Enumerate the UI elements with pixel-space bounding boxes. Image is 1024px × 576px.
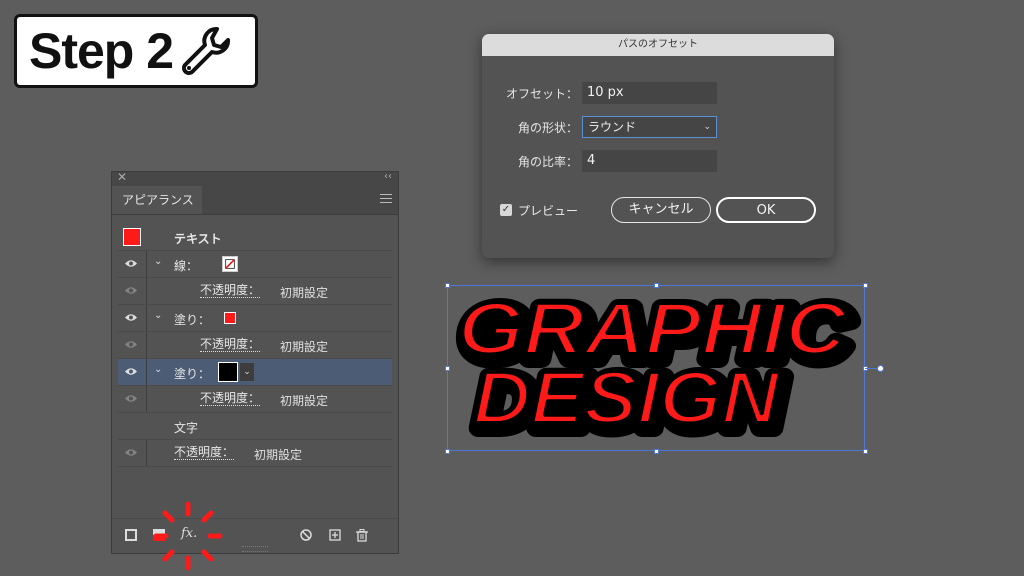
opacity-value: 初期設定 bbox=[280, 340, 329, 354]
row-opacity[interactable]: 不透明度： 初期設定 bbox=[118, 278, 392, 305]
joins-label: 角の形状： bbox=[517, 121, 578, 135]
preview-checkbox[interactable]: ✓ bbox=[500, 204, 512, 216]
row-opacity[interactable]: 不透明度： 初期設定 bbox=[118, 332, 392, 359]
resize-grip[interactable] bbox=[242, 546, 268, 552]
opacity-value: 初期設定 bbox=[280, 286, 329, 300]
opacity-label[interactable]: 不透明度： bbox=[200, 284, 261, 298]
tab-appearance[interactable]: アピアランス bbox=[112, 186, 202, 214]
resize-handle[interactable] bbox=[863, 449, 868, 454]
row-label: 塗り： bbox=[174, 367, 211, 381]
dialog-title: パスのオフセット bbox=[482, 34, 834, 56]
rotate-handle[interactable] bbox=[877, 365, 884, 372]
row-opacity[interactable]: 不透明度： 初期設定 bbox=[118, 440, 392, 467]
opacity-label[interactable]: 不透明度： bbox=[200, 338, 261, 352]
close-icon[interactable]: ✕ bbox=[117, 170, 127, 184]
panel-topbar: ✕ ‹‹ bbox=[112, 170, 398, 186]
eye-icon[interactable] bbox=[124, 259, 138, 268]
eye-icon[interactable] bbox=[124, 286, 138, 295]
row-stroke[interactable]: ⌄ 線： bbox=[118, 251, 392, 278]
eye-icon[interactable] bbox=[124, 313, 138, 322]
trash-icon[interactable] bbox=[356, 529, 368, 542]
preview-label[interactable]: プレビュー bbox=[518, 202, 578, 219]
eye-icon[interactable] bbox=[124, 340, 138, 349]
panel-tabs: アピアランス bbox=[112, 186, 398, 215]
step-label: Step 2 bbox=[29, 23, 174, 79]
row-label: 線： bbox=[174, 259, 199, 273]
joins-value: ラウンド bbox=[588, 120, 637, 134]
eye-icon[interactable] bbox=[124, 448, 138, 457]
resize-handle[interactable] bbox=[445, 283, 450, 288]
cancel-button[interactable]: キャンセル bbox=[611, 197, 711, 223]
row-fill-black[interactable]: ⌄ 塗り： ⌄ bbox=[118, 359, 392, 386]
row-label: 文字 bbox=[174, 421, 199, 435]
chevron-down-icon[interactable]: ⌄ bbox=[154, 256, 162, 267]
stroke-none-swatch[interactable] bbox=[222, 256, 238, 272]
eye-icon[interactable] bbox=[124, 367, 138, 376]
duplicate-icon[interactable] bbox=[329, 529, 341, 541]
swatch-dropdown-icon[interactable]: ⌄ bbox=[240, 363, 254, 381]
text-color-swatch[interactable] bbox=[123, 228, 141, 246]
miter-label: 角の比率： bbox=[517, 155, 578, 169]
resize-handle[interactable] bbox=[654, 449, 659, 454]
resize-handle[interactable] bbox=[445, 366, 450, 371]
selection-bounding-box[interactable] bbox=[447, 285, 865, 451]
offset-input[interactable]: 10 px bbox=[582, 82, 717, 104]
ok-button[interactable]: OK bbox=[716, 197, 816, 223]
opacity-value: 初期設定 bbox=[280, 394, 329, 408]
offset-path-dialog: パスのオフセット オフセット： 10 px 角の形状： ラウンド ⌄ 角の比率：… bbox=[482, 34, 834, 258]
opacity-label[interactable]: 不透明度： bbox=[174, 446, 235, 460]
step-badge: Step 2 bbox=[14, 14, 258, 88]
hamburger-menu-icon[interactable] bbox=[380, 194, 392, 206]
collapse-icon[interactable]: ‹‹ bbox=[384, 171, 392, 182]
row-text-header[interactable]: テキスト bbox=[118, 224, 392, 251]
opacity-value: 初期設定 bbox=[254, 448, 303, 462]
chevron-down-icon[interactable]: ⌄ bbox=[154, 310, 162, 321]
clear-icon[interactable] bbox=[300, 529, 312, 541]
resize-handle[interactable] bbox=[654, 283, 659, 288]
row-opacity[interactable]: 不透明度： 初期設定 bbox=[118, 386, 392, 413]
resize-handle[interactable] bbox=[863, 283, 868, 288]
wrench-icon bbox=[182, 27, 231, 75]
appearance-panel: ✕ ‹‹ アピアランス テキスト ⌄ 線： 不透明度： 初期設定 ⌄ 塗り： 不… bbox=[111, 170, 399, 554]
highlight-burst-icon bbox=[153, 501, 223, 571]
resize-handle[interactable] bbox=[445, 449, 450, 454]
offset-label: オフセット： bbox=[505, 87, 578, 101]
miter-row: 角の比率： 4 bbox=[482, 150, 834, 172]
row-label: テキスト bbox=[174, 232, 222, 246]
joins-row: 角の形状： ラウンド ⌄ bbox=[482, 116, 834, 138]
row-characters[interactable]: 文字 bbox=[118, 413, 392, 440]
opacity-label[interactable]: 不透明度： bbox=[200, 392, 261, 406]
fill-black-swatch[interactable] bbox=[218, 362, 238, 382]
chevron-down-icon[interactable]: ⌄ bbox=[154, 364, 162, 375]
miter-input[interactable]: 4 bbox=[582, 150, 717, 172]
joins-select[interactable]: ラウンド ⌄ bbox=[582, 116, 717, 138]
add-stroke-icon[interactable] bbox=[125, 529, 137, 541]
row-label: 塗り： bbox=[174, 313, 211, 327]
eye-icon[interactable] bbox=[124, 394, 138, 403]
row-fill-red[interactable]: ⌄ 塗り： bbox=[118, 305, 392, 332]
chevron-down-icon: ⌄ bbox=[703, 122, 711, 132]
appearance-rows: テキスト ⌄ 線： 不透明度： 初期設定 ⌄ 塗り： 不透明度： 初期設定 ⌄ … bbox=[118, 224, 392, 467]
fill-red-swatch[interactable] bbox=[224, 312, 236, 324]
offset-row: オフセット： 10 px bbox=[482, 82, 834, 104]
